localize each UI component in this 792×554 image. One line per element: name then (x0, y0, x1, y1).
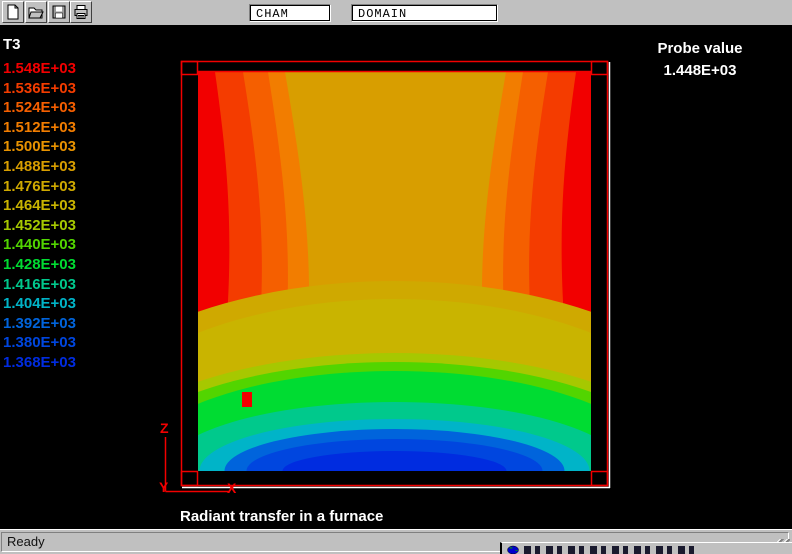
cham-field[interactable]: CHAM (249, 4, 331, 22)
plot-caption: Radiant transfer in a furnace (180, 508, 383, 525)
probe-marker[interactable] (242, 392, 252, 407)
print-icon (73, 4, 89, 20)
save-icon (51, 4, 67, 20)
corner-handle (182, 62, 198, 75)
print-button[interactable] (70, 1, 92, 23)
domain-field-value: DOMAIN (352, 5, 497, 21)
app-icon (507, 545, 519, 554)
new-document-icon (5, 4, 21, 20)
partial-background-window[interactable] (500, 542, 792, 554)
partial-window-title-fragments (524, 546, 694, 554)
domain-field[interactable]: DOMAIN (351, 4, 498, 22)
corner-handle (182, 472, 198, 486)
contour-field (35, 72, 755, 529)
open-button[interactable] (25, 1, 47, 23)
open-folder-icon (28, 4, 44, 20)
axis-z-label: Z (160, 421, 169, 435)
contour-plot[interactable] (0, 25, 792, 529)
new-button[interactable] (2, 1, 24, 23)
axis-y-label: Y (159, 480, 168, 494)
corner-handle (592, 472, 608, 486)
app-window: CHAM DOMAIN T3 1.548E+03 1.536E+03 1.524… (0, 0, 792, 554)
toolbar: CHAM DOMAIN (0, 0, 792, 26)
axis-x-label: X (227, 481, 236, 495)
cham-field-value: CHAM (250, 5, 330, 21)
corner-handle (592, 62, 608, 75)
save-button[interactable] (48, 1, 70, 23)
